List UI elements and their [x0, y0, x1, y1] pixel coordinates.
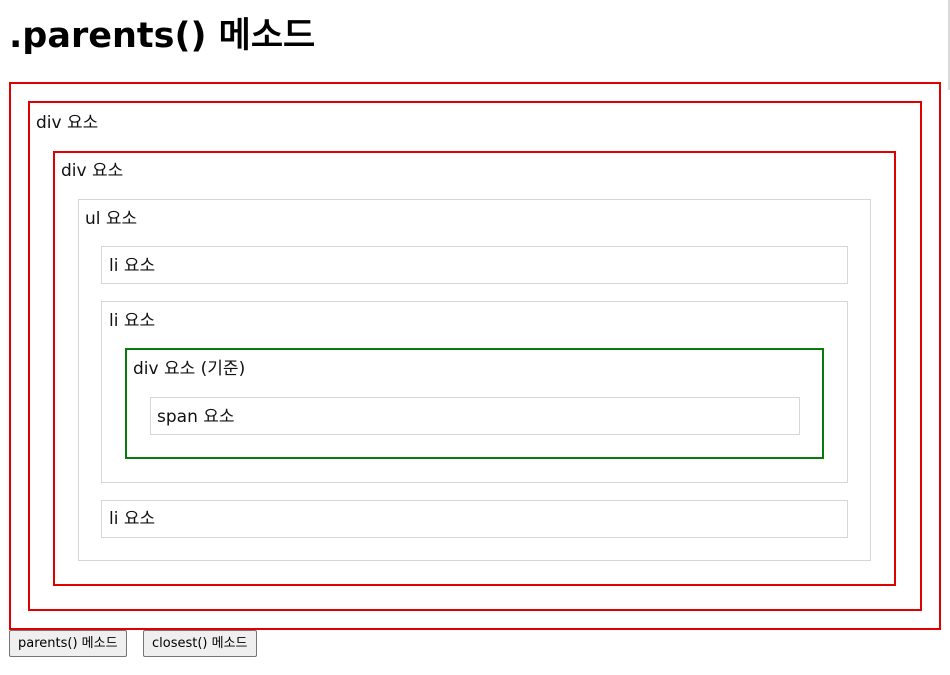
li-box-1	[101, 246, 848, 284]
parents-method-button[interactable]: parents() 메소드	[9, 630, 127, 657]
span-label: span 요소	[157, 407, 235, 427]
base-div-label: div 요소 (기준)	[133, 359, 246, 379]
ul-label: ul 요소	[85, 209, 138, 229]
li-label-3: li 요소	[109, 509, 156, 529]
page-title: .parents() 메소드	[9, 16, 316, 56]
li-label-2: li 요소	[109, 311, 156, 331]
span-box	[150, 397, 800, 435]
closest-method-button[interactable]: closest() 메소드	[143, 630, 257, 657]
outer-div-label: div 요소	[36, 113, 99, 133]
inner-div-label: div 요소	[61, 161, 124, 181]
li-label-1: li 요소	[109, 256, 156, 276]
li-box-3	[101, 500, 848, 538]
